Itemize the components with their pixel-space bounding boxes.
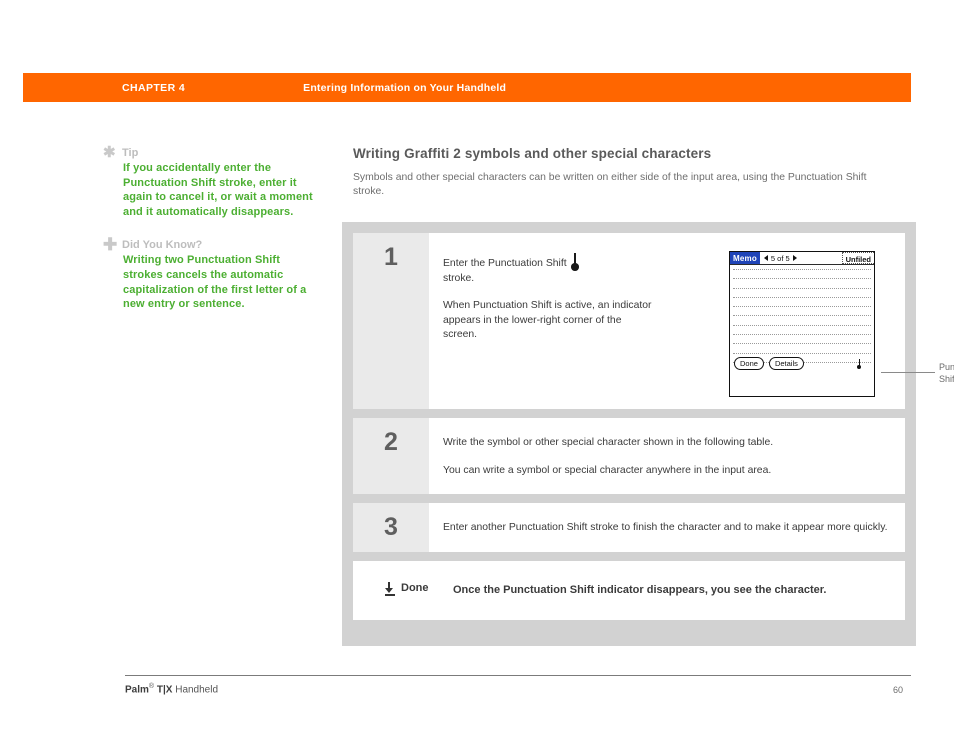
sidebar-notes: ✱ Tip If you accidentally enter the Punc… bbox=[103, 144, 319, 331]
step-number-cell: 3 bbox=[353, 503, 429, 552]
device-category-selector[interactable]: Unfiled bbox=[841, 252, 874, 264]
device-button-bar: Done Details bbox=[730, 353, 874, 374]
memo-rule-line bbox=[733, 306, 871, 308]
chapter-label: CHAPTER 4 bbox=[122, 81, 186, 94]
device-app-name: Memo bbox=[730, 252, 760, 264]
note-did-you-know: ✚ Did You Know? Writing two Punctuation … bbox=[103, 235, 319, 311]
callout-line-2: Shift indicator bbox=[939, 373, 954, 384]
note-tip: ✱ Tip If you accidentally enter the Punc… bbox=[103, 144, 319, 219]
device-memo-body[interactable]: Done Details bbox=[730, 265, 874, 374]
note-dyk-title: Did You Know? bbox=[122, 239, 203, 252]
footer-divider bbox=[125, 675, 911, 676]
download-arrow-icon bbox=[384, 581, 395, 596]
memo-rule-line bbox=[733, 324, 871, 326]
memo-rule-line bbox=[733, 287, 871, 289]
step3-paragraph-1: Enter another Punctuation Shift stroke t… bbox=[443, 522, 888, 533]
footer-model: T|X bbox=[154, 684, 173, 696]
plus-icon: ✚ bbox=[103, 235, 118, 255]
done-icon-cell bbox=[353, 581, 401, 596]
document-page: CHAPTER 4 Entering Information on Your H… bbox=[0, 0, 954, 738]
step1-text-column: Enter the Punctuation Shift stroke. When… bbox=[443, 253, 658, 343]
memo-rule-line bbox=[733, 278, 871, 280]
asterisk-icon: ✱ bbox=[103, 144, 116, 161]
punctuation-shift-stroke-icon bbox=[571, 253, 580, 271]
device-details-button[interactable]: Details bbox=[768, 356, 804, 371]
step-number-cell: 2 bbox=[353, 418, 429, 494]
done-label: Done bbox=[401, 581, 429, 594]
step-row: 3 Enter another Punctuation Shift stroke… bbox=[353, 503, 905, 552]
punctuation-shift-indicator-icon bbox=[856, 359, 862, 370]
memo-rule-line bbox=[733, 296, 871, 298]
device-record-counter: 5 of 5 bbox=[770, 253, 790, 263]
callout-line-1: Punctuation bbox=[939, 362, 954, 372]
note-tip-header: ✱ Tip bbox=[103, 144, 319, 161]
step-number: 1 bbox=[384, 243, 398, 271]
step-row: 2 Write the symbol or other special char… bbox=[353, 418, 905, 494]
step-content: Enter another Punctuation Shift stroke t… bbox=[429, 503, 905, 552]
memo-rule-line bbox=[733, 343, 871, 345]
note-dyk-header: ✚ Did You Know? bbox=[103, 235, 319, 255]
step1-paragraph-2: When Punctuation Shift is active, an ind… bbox=[443, 300, 652, 340]
note-tip-body: If you accidentally enter the Punctuatio… bbox=[123, 162, 313, 218]
step2-paragraph-2: You can write a symbol or special charac… bbox=[443, 464, 772, 476]
main-content-header: Writing Graffiti 2 symbols and other spe… bbox=[353, 145, 911, 199]
step-number-cell: 1 bbox=[353, 233, 429, 409]
memo-rule-line bbox=[733, 269, 871, 270]
triangle-right-icon[interactable] bbox=[792, 255, 797, 261]
step-number: 3 bbox=[384, 513, 398, 541]
step1-line1: Enter the Punctuation Shift bbox=[443, 258, 567, 269]
step1-paragraph-1: Enter the Punctuation Shift stroke. bbox=[443, 253, 658, 286]
page-number: 60 bbox=[893, 685, 904, 695]
footer-suffix: Handheld bbox=[172, 684, 219, 696]
step-row: 1 Enter the Punctuation Shift stroke. Wh… bbox=[353, 233, 954, 409]
device-record-nav: 5 of 5 bbox=[763, 252, 797, 264]
chapter-title: Entering Information on Your Handheld bbox=[303, 81, 507, 94]
steps-panel: 1 Enter the Punctuation Shift stroke. Wh… bbox=[342, 222, 954, 646]
triangle-left-icon[interactable] bbox=[763, 255, 768, 261]
callout-label: Punctuation Shift indicator bbox=[939, 362, 954, 385]
note-dyk-body: Writing two Punctuation Shift strokes ca… bbox=[123, 254, 307, 311]
step-content: Enter the Punctuation Shift stroke. When… bbox=[429, 233, 954, 409]
step-content: Write the symbol or other special charac… bbox=[429, 418, 905, 494]
step2-paragraph-1: Write the symbol or other special charac… bbox=[443, 437, 774, 448]
footer-brand: Palm bbox=[125, 684, 149, 696]
step1-line2: stroke. bbox=[443, 272, 475, 284]
step-number: 2 bbox=[384, 428, 398, 456]
memo-rule-line bbox=[733, 334, 871, 336]
device-screenshot: Memo 5 of 5 Unfiled Done Details bbox=[729, 251, 875, 397]
page-subtitle: Symbols and other special characters can… bbox=[353, 172, 867, 197]
chapter-header-bar: CHAPTER 4 Entering Information on Your H… bbox=[23, 73, 911, 102]
callout-leader-line bbox=[881, 372, 935, 373]
device-titlebar: Memo 5 of 5 Unfiled bbox=[730, 252, 874, 265]
memo-rule-line bbox=[733, 315, 871, 317]
page-title: Writing Graffiti 2 symbols and other spe… bbox=[353, 146, 712, 161]
footer-product: Palm® T|X Handheld bbox=[125, 683, 218, 695]
note-tip-title: Tip bbox=[122, 147, 139, 159]
done-text: Once the Punctuation Shift indicator dis… bbox=[453, 583, 827, 596]
device-done-button[interactable]: Done bbox=[734, 356, 764, 371]
done-row: Done Once the Punctuation Shift indicato… bbox=[353, 560, 905, 620]
